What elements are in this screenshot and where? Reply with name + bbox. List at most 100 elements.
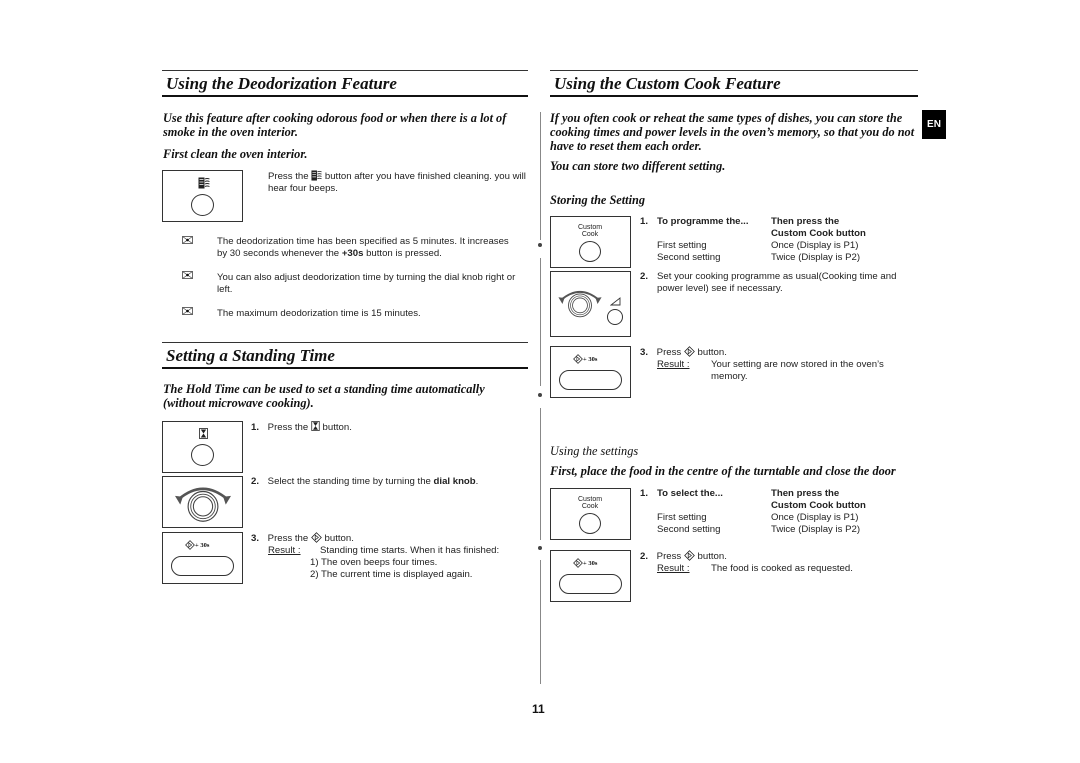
deodorization-intro: Use this feature after cooking odorous f… [163, 111, 507, 139]
step-text-tail: button. [322, 422, 352, 433]
custom-cook-button-figure: Custom Cook [550, 216, 631, 268]
step-text: Press [656, 347, 682, 358]
use-step-1: 1. To select the... Then press the Custo… [640, 488, 920, 536]
start-icon [684, 346, 695, 357]
start-icon [573, 558, 583, 568]
result-text: The food is cooked as requested. [711, 563, 853, 574]
standing-time-title: Setting a Standing Time [162, 342, 528, 369]
step-number: 1. [251, 422, 260, 433]
start-button[interactable] [171, 556, 234, 576]
dial-knob-label: dial knob [433, 476, 476, 487]
divider-dot [538, 243, 542, 247]
standing-time-intro: The Hold Time can be used to set a stand… [163, 382, 485, 410]
custom-cook-button-figure: Custom Cook [550, 488, 631, 540]
start-icon [684, 550, 695, 561]
standing-time-title-text: Setting a Standing Time [166, 346, 335, 365]
standing-step-2: 2. Select the standing time by turning t… [251, 476, 478, 488]
start-button-label: + 30s [583, 560, 598, 567]
step-number: 2. [251, 476, 260, 487]
note-3: The maximum deodorization time is 15 min… [217, 308, 421, 319]
step-number: 2. [640, 551, 649, 562]
deodorization-title: Using the Deodorization Feature [162, 70, 528, 97]
hourglass-icon [199, 428, 208, 439]
deodorize-button-figure [162, 170, 243, 222]
hold-button[interactable] [191, 444, 214, 466]
hourglass-icon [311, 421, 320, 431]
press-cell: Twice (Display is P2) [771, 524, 861, 535]
custom-cook-button[interactable] [579, 241, 601, 262]
step-text: Select the standing time by turning the [267, 476, 431, 487]
first-clean-note: First clean the oven interior. [163, 147, 308, 161]
custom-cook-button[interactable] [579, 513, 601, 534]
press-text: Press the [268, 171, 309, 182]
step-number: 3. [251, 533, 260, 544]
step-text: Press the [267, 422, 309, 433]
step-number: 3. [640, 347, 649, 358]
result-label: Result : [657, 359, 690, 370]
column-divider [540, 560, 541, 684]
press-cell: Once (Display is P1) [771, 512, 859, 523]
step-number: 2. [640, 271, 649, 282]
power-level-button[interactable] [607, 309, 623, 325]
dial-knob-icon[interactable] [553, 280, 607, 324]
start-icon [185, 540, 195, 550]
store-step-3: 3. Press button. Result : Your setting a… [640, 346, 920, 383]
power-level-icon [610, 297, 621, 306]
label-line: Custom [577, 224, 603, 231]
step-text: Set your cooking programme as usual(Cook… [657, 271, 897, 294]
note-icon [182, 271, 193, 279]
table-row: First setting Once (Display is P1) [640, 240, 920, 252]
start-button-label: + 30s [195, 542, 210, 549]
using-heading: Using the settings [550, 444, 639, 458]
step-number: 1. [640, 488, 649, 499]
note-1-text: The deodorization time has been specifie… [217, 236, 509, 259]
start-button[interactable] [559, 574, 622, 594]
deodorize-icon [198, 177, 210, 189]
press-cell: Once (Display is P1) [771, 240, 859, 251]
page-number: 11 [532, 702, 545, 716]
language-badge: EN [922, 110, 946, 139]
result-label: Result : [268, 545, 301, 556]
store-step-2: 2. Set your cooking programme as usual(C… [640, 271, 920, 295]
label-line: Custom [577, 496, 603, 503]
start-button-figure: + 30s [550, 550, 631, 602]
setting-cell: First setting [657, 240, 707, 251]
note-2: You can also adjust deodorization time b… [217, 272, 516, 295]
dial-power-figure [550, 271, 631, 337]
column-header: Custom Cook button [771, 500, 866, 511]
dial-knob-figure [162, 476, 243, 528]
setting-cell: First setting [657, 512, 707, 523]
divider-dot [538, 393, 542, 397]
result-text: Standing time starts. When it has finish… [320, 545, 500, 556]
result-text: Your setting are now stored in the oven’… [711, 359, 884, 382]
column-header: To programme the... [657, 216, 749, 227]
note-1-tail: button is pressed. [366, 248, 442, 259]
start-button-figure: + 30s [550, 346, 631, 398]
deodorization-title-text: Using the Deodorization Feature [166, 74, 397, 93]
custom-cook-title: Using the Custom Cook Feature [550, 70, 918, 97]
press-cell: Twice (Display is P2) [771, 252, 861, 263]
column-divider [540, 112, 541, 240]
result-label: Result : [657, 563, 690, 574]
setting-cell: Second setting [657, 252, 721, 263]
result-item: 2) The current time is displayed again. [310, 569, 473, 580]
hold-button-figure [162, 421, 243, 473]
two-settings-note: You can store two different setting. [550, 159, 726, 173]
dial-knob-icon[interactable] [168, 479, 238, 525]
column-header: Custom Cook button [771, 228, 866, 239]
start-button[interactable] [559, 370, 622, 390]
start-icon [311, 532, 322, 543]
step-text-tail: button. [697, 551, 727, 562]
custom-cook-label: Custom Cook [575, 224, 605, 238]
step-text-tail: button. [697, 347, 727, 358]
step-text: Press the [267, 533, 309, 544]
standing-step-1: 1. Press the button. [251, 421, 352, 434]
custom-cook-label: Custom Cook [575, 496, 605, 510]
table-row: First setting Once (Display is P1) [640, 512, 920, 524]
step-number: 1. [640, 216, 649, 227]
step-text: Press [656, 551, 682, 562]
deodorize-button[interactable] [191, 194, 214, 216]
start-label: + 30s [185, 540, 209, 550]
storing-heading: Storing the Setting [550, 193, 645, 207]
divider-dot [538, 546, 542, 550]
